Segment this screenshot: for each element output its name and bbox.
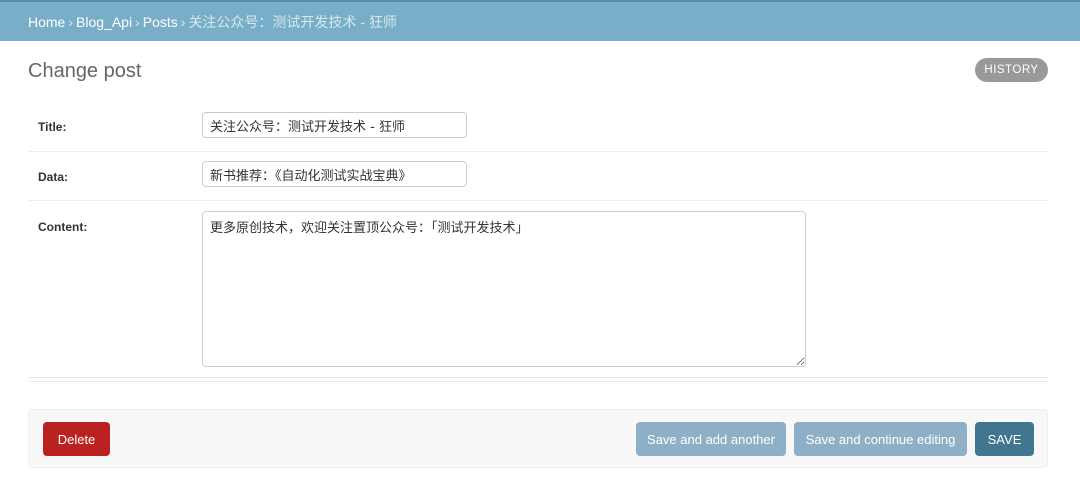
divider (28, 381, 1048, 382)
content-label: Content: (38, 220, 88, 234)
breadcrumb-separator: › (180, 13, 186, 30)
breadcrumb-model-link[interactable]: Posts (143, 14, 178, 30)
title-input[interactable] (202, 112, 467, 138)
breadcrumb: Home › Blog_Api › Posts › 关注公众号：测试开发技术 -… (0, 0, 1080, 41)
data-label: Data: (38, 170, 69, 184)
save-and-add-another-button[interactable]: Save and add another (636, 422, 786, 456)
content-textarea[interactable]: 更多原创技术，欢迎关注置顶公众号：「测试开发技术」 (202, 211, 806, 367)
breadcrumb-separator: › (135, 13, 140, 30)
save-button[interactable]: SAVE (975, 422, 1034, 456)
page-title: Change post (28, 60, 142, 82)
breadcrumb-app-link[interactable]: Blog_Api (76, 14, 132, 30)
title-label: Title: (38, 120, 67, 134)
history-button[interactable]: HISTORY (975, 58, 1048, 82)
save-and-continue-button[interactable]: Save and continue editing (794, 422, 967, 456)
breadcrumb-home-link[interactable]: Home (28, 14, 65, 30)
submit-row: Delete Save and add another Save and con… (28, 409, 1048, 468)
delete-button[interactable]: Delete (43, 422, 110, 456)
data-input[interactable] (202, 161, 467, 187)
form-row-data: Data: (28, 152, 1048, 201)
breadcrumb-current: 关注公众号：测试开发技术 - 狂师 (188, 13, 397, 30)
form-row-title: Title: (28, 102, 1048, 152)
breadcrumb-separator: › (68, 13, 74, 30)
form-row-content: Content: 更多原创技术，欢迎关注置顶公众号：「测试开发技术」 (28, 201, 1048, 378)
